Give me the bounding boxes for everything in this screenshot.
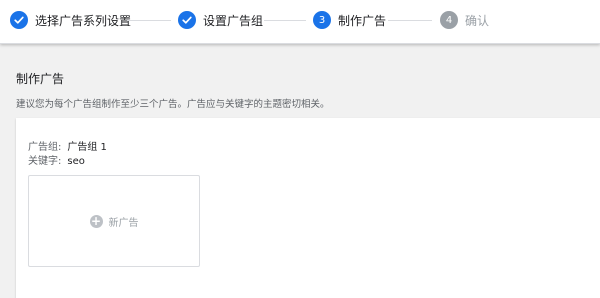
step-number-badge: 3 xyxy=(313,11,331,29)
step-connector xyxy=(127,20,171,21)
new-ad-label: 新广告 xyxy=(108,217,139,229)
check-icon xyxy=(178,11,196,29)
keyword-value: seo xyxy=(67,156,85,167)
step-label: 设置广告组 xyxy=(203,13,264,28)
page-subtitle: 建议您为每个广告组制作至少三个广告。广告应与关键字的主题密切相关。 xyxy=(16,99,330,110)
step-confirm[interactable]: 4 确认 xyxy=(440,10,489,30)
step-connector xyxy=(388,20,432,21)
new-ad-button[interactable]: + 新广告 xyxy=(28,175,200,267)
keyword-label: 关键字: xyxy=(28,156,62,167)
step-connector xyxy=(264,20,306,21)
step-create-ads[interactable]: 3 制作广告 xyxy=(313,10,386,30)
step-campaign-settings[interactable]: 选择广告系列设置 xyxy=(10,10,131,30)
plus-icon: + xyxy=(89,213,103,228)
ad-group-row: 广告组: 广告组 1 xyxy=(28,138,107,153)
page-title: 制作广告 xyxy=(16,72,65,86)
check-icon xyxy=(10,11,28,29)
step-label: 制作广告 xyxy=(338,13,387,28)
step-ad-group[interactable]: 设置广告组 xyxy=(178,10,263,30)
step-label: 选择广告系列设置 xyxy=(35,13,132,28)
step-number-badge: 4 xyxy=(440,11,458,29)
keyword-row: 关键字: seo xyxy=(28,152,85,167)
ad-group-card: 广告组: 广告组 1 关键字: seo + 新广告 xyxy=(16,118,600,298)
step-label: 确认 xyxy=(465,13,490,28)
stepper-bar: 选择广告系列设置 设置广告组 3 制作广告 4 确认 xyxy=(0,0,600,44)
